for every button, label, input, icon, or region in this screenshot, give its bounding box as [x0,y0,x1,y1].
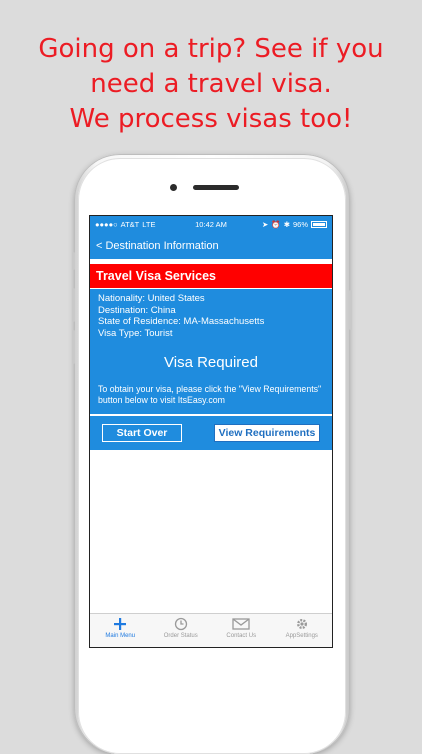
card-header: Travel Visa Services [90,263,332,289]
promo-line-2: need a travel visa. [90,69,332,99]
volume-up-button [72,288,75,322]
tab-bar: Main Menu Order Status Contact Us AppSet… [90,613,332,647]
phone-screen: ●●●●○ AT&T LTE 10:42 AM ➤ ⏰ ✱ 96% < Dest… [89,215,333,648]
tab-label: Contact Us [226,633,257,639]
trip-details: Nationality: United States Destination: … [90,289,332,339]
residence-text: State of Residence: MA-Massachusetts [98,316,265,327]
gear-icon [296,619,307,629]
tab-app-settings[interactable]: AppSettings [272,614,333,647]
tab-order-status[interactable]: Order Status [151,614,212,647]
visa-type-text: Visa Type: Tourist [98,327,173,339]
view-requirements-button[interactable]: View Requirements [214,424,320,442]
visa-result-card: Travel Visa Services Nationality: United… [90,263,332,450]
main-content: Travel Visa Services Nationality: United… [90,263,332,610]
tab-contact-us[interactable]: Contact Us [211,614,272,647]
promo-line-1: Going on a trip? See if you [38,34,384,64]
promo-text: Going on a trip? See if you need a trave… [0,32,422,137]
power-button [349,290,352,330]
back-button[interactable]: < Destination Information [96,240,219,252]
tab-label: Order Status [163,633,198,639]
action-row: Start Over View Requirements [90,414,332,450]
mail-icon [232,618,250,630]
visa-result: Visa Required [164,354,258,371]
start-over-button[interactable]: Start Over [102,424,182,442]
clock-icon [174,617,187,631]
front-camera [170,184,177,191]
earpiece-speaker [193,185,239,190]
tab-label: Main Menu [105,633,136,639]
status-bar: ●●●●○ AT&T LTE 10:42 AM ➤ ⏰ ✱ 96% [90,216,332,233]
nationality-text: Nationality: United States [98,293,205,304]
battery-icon [311,221,327,228]
tab-main-menu[interactable]: Main Menu [90,614,151,647]
status-time: 10:42 AM [195,220,227,229]
plus-icon [114,618,127,630]
navigation-bar: < Destination Information [90,233,332,259]
volume-down-button [72,330,75,364]
destination-text: Destination: China [98,304,176,316]
mute-switch [72,252,75,270]
instructions-text: To obtain your visa, please click the "V… [98,384,322,405]
tab-label: AppSettings [285,633,318,639]
promo-line-3: We process visas too! [69,104,353,134]
